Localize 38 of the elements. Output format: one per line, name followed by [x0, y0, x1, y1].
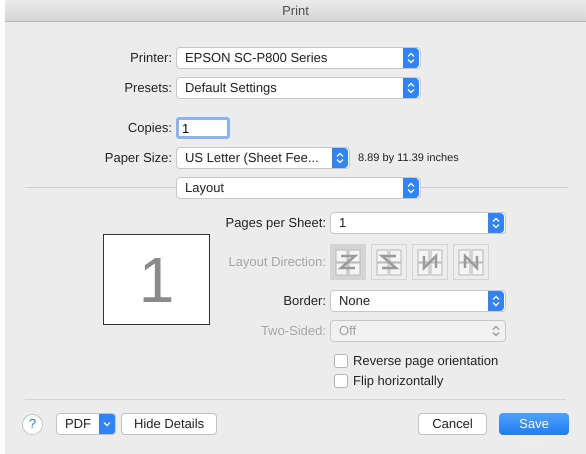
- cancel-button[interactable]: Cancel: [418, 413, 487, 435]
- paper-size-dimensions: 8.89 by 11.39 inches: [358, 150, 459, 166]
- window-title: Print: [282, 2, 309, 20]
- page-order-icon: [374, 247, 404, 277]
- popup-menu[interactable]: EPSON SC-P800 Series: [176, 47, 421, 69]
- field-label: Paper Size:: [104, 149, 173, 168]
- option-label: Layout Direction:: [227, 253, 327, 272]
- option-label: Border:: [282, 292, 327, 310]
- popup-arrows-icon: [403, 48, 419, 68]
- page-order-icon: [333, 247, 363, 277]
- help-button[interactable]: ?: [22, 414, 43, 434]
- pdf-label: PDF: [64, 415, 92, 433]
- hide-details-button[interactable]: Hide Details: [121, 413, 218, 435]
- page-order-icon: [456, 247, 486, 277]
- popup-arrows-icon: [403, 178, 419, 198]
- field-label: Presets:: [123, 79, 173, 98]
- popup-arrows-icon: [488, 291, 504, 311]
- copies-field[interactable]: 1: [176, 117, 230, 139]
- checkbox[interactable]: [334, 354, 348, 368]
- checkbox-label: Flip horizontally: [353, 372, 444, 390]
- checkbox[interactable]: [334, 374, 348, 388]
- checkbox-label: Reverse page orientation: [353, 352, 498, 370]
- field-label: Copies:: [126, 119, 173, 138]
- option-label: Two-Sided:: [260, 322, 327, 340]
- popup-arrows-icon: [403, 78, 419, 98]
- chevron-down-icon: [99, 414, 115, 434]
- popup-menu[interactable]: Default Settings: [176, 77, 421, 99]
- page-order-icon: [415, 247, 445, 277]
- popup-menu[interactable]: Layout: [176, 177, 421, 199]
- popup-menu[interactable]: US Letter (Sheet Fee...: [176, 147, 350, 169]
- field-label: Printer:: [129, 49, 173, 68]
- preview-page-number: 1: [138, 248, 174, 312]
- option-label: Pages per Sheet:: [224, 214, 327, 232]
- popup-arrows-icon: [332, 148, 348, 168]
- popup-menu[interactable]: None: [330, 290, 506, 312]
- pdf-menu-button[interactable]: PDF: [56, 413, 116, 435]
- popup-arrows-icon: [488, 213, 504, 233]
- popup-menu[interactable]: 1: [330, 212, 506, 234]
